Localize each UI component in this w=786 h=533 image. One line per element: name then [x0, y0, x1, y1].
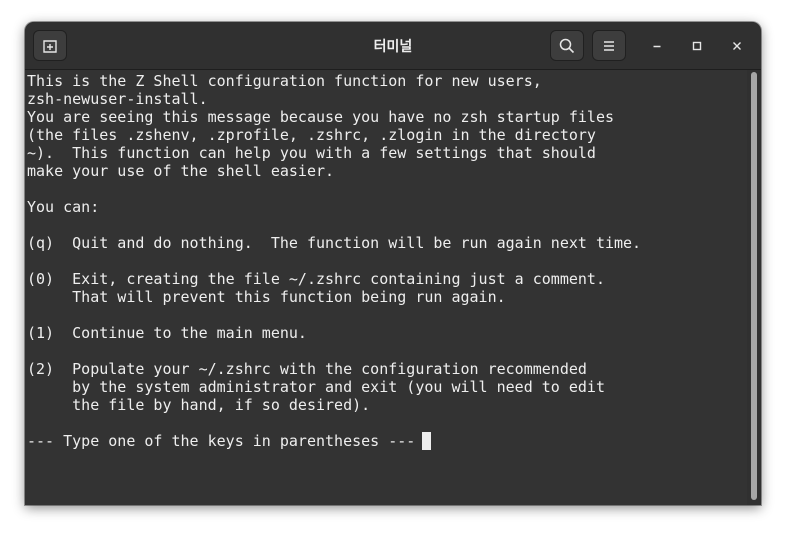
vertical-scrollbar[interactable]	[747, 70, 761, 505]
terminal-line: make your use of the shell easier.	[27, 162, 335, 180]
minimize-icon	[653, 45, 661, 48]
terminal-line: (2) Populate your ~/.zshrc with the conf…	[27, 360, 587, 378]
terminal-line: ~). This function can help you with a fe…	[27, 144, 596, 162]
terminal-line: (the files .zshenv, .zprofile, .zshrc, .…	[27, 126, 596, 144]
terminal-line: by the system administrator and exit (yo…	[27, 378, 605, 396]
terminal-prompt-line: --- Type one of the keys in parentheses …	[27, 432, 425, 450]
terminal-line: You can:	[27, 198, 100, 216]
terminal-line: (q) Quit and do nothing. The function wi…	[27, 234, 642, 252]
terminal-line: You are seeing this message because you …	[27, 108, 614, 126]
terminal-output[interactable]: This is the Z Shell configuration functi…	[25, 70, 747, 505]
terminal-line: That will prevent this function being ru…	[27, 288, 506, 306]
terminal-line: the file by hand, if so desired).	[27, 396, 371, 414]
maximize-icon	[692, 41, 702, 51]
terminal-line: This is the Z Shell configuration functi…	[27, 72, 542, 90]
terminal-line: (0) Exit, creating the file ~/.zshrc con…	[27, 270, 605, 288]
terminal-line: zsh-newuser-install.	[27, 90, 208, 108]
hamburger-menu-icon	[604, 40, 614, 51]
text-cursor	[422, 432, 431, 450]
headerbar: 터미널	[25, 22, 761, 70]
search-icon	[559, 38, 575, 53]
terminal-window: 터미널 This is the Z Shell configuration fu…	[25, 22, 761, 505]
minimize-button[interactable]	[645, 34, 669, 58]
menu-button[interactable]	[592, 30, 626, 61]
terminal-line: (1) Continue to the main menu.	[27, 324, 307, 342]
maximize-button[interactable]	[685, 34, 709, 58]
close-button[interactable]	[725, 34, 749, 58]
close-icon	[733, 42, 741, 50]
search-button[interactable]	[550, 30, 584, 61]
scrollbar-thumb[interactable]	[751, 72, 757, 500]
